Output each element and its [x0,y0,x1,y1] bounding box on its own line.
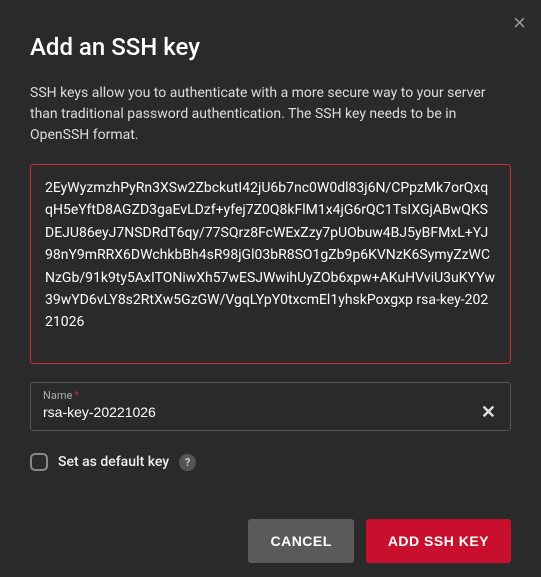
name-input[interactable] [43,402,479,422]
cancel-button[interactable]: CANCEL [248,519,353,563]
default-key-checkbox[interactable] [30,453,48,471]
dialog-description: SSH keys allow you to authenticate with … [30,83,511,146]
clear-icon: ✕ [481,402,496,422]
ssh-key-textarea[interactable] [30,164,511,364]
close-icon: × [513,10,526,35]
close-button[interactable]: × [513,12,526,34]
name-label-text: Name [43,389,72,402]
default-key-row: Set as default key ? [30,453,511,471]
required-indicator: * [74,389,79,402]
help-icon[interactable]: ? [179,454,196,471]
dialog-title: Add an SSH key [30,33,511,61]
name-field-wrapper: Name* ✕ [30,382,511,431]
name-label: Name* [43,389,498,402]
default-key-label: Set as default key [58,454,169,470]
clear-name-button[interactable]: ✕ [479,403,498,421]
dialog-actions: CANCEL ADD SSH KEY [30,519,511,563]
add-ssh-key-button[interactable]: ADD SSH KEY [366,519,511,563]
